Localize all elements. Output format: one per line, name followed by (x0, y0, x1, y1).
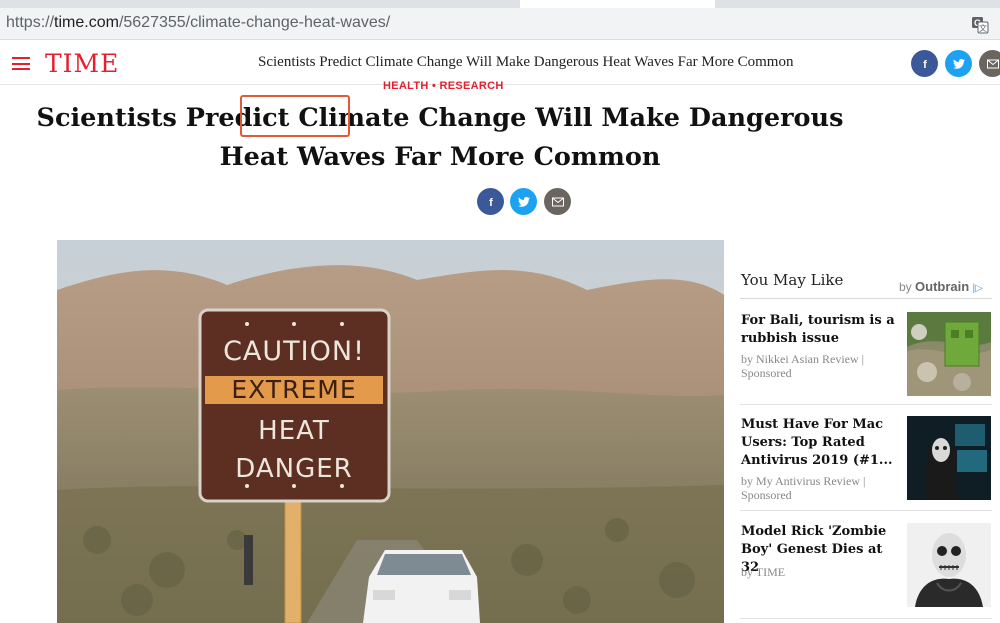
card-source: by Nikkei Asian Review | Sponsored (741, 352, 865, 380)
header-twitter-share-button[interactable] (945, 50, 972, 77)
car (363, 550, 480, 623)
card-source: by My Antivirus Review | Sponsored (741, 474, 866, 502)
article-headline: Scientists Predict Climate Change Will M… (0, 99, 880, 177)
outbrain-logo: Outbrain (915, 279, 970, 294)
sidebar-divider (740, 298, 992, 299)
ad-choices-icon[interactable]: |▷ (973, 283, 983, 294)
recommendation-card[interactable]: Model Rick 'Zombie Boy' Genest Dies at 3… (740, 523, 992, 607)
sign-line-4: DANGER (235, 454, 352, 484)
highlight-box (240, 95, 350, 137)
address-bar[interactable]: https://time.com/5627355/climate-change-… (0, 8, 1000, 40)
menu-icon[interactable] (12, 57, 30, 70)
url-host: time.com (54, 14, 119, 31)
email-icon (551, 197, 564, 206)
card-divider (740, 510, 992, 511)
site-header: TIME Scientists Predict Climate Change W… (0, 41, 1000, 85)
hero-image: CAUTION! EXTREME HEAT DANGER (57, 240, 724, 623)
twitter-icon (952, 58, 965, 69)
svg-text:文: 文 (979, 23, 987, 33)
facebook-icon: f (923, 59, 927, 70)
card-title[interactable]: Must Have For Mac Users: Top Rated Antiv… (741, 416, 899, 470)
email-icon (986, 59, 999, 68)
outbrain-by: by (899, 280, 912, 294)
url-text[interactable]: https://time.com/5627355/climate-change-… (6, 14, 390, 32)
translate-icon[interactable]: G 文 (971, 16, 989, 34)
header-facebook-share-button[interactable]: f (911, 50, 938, 77)
header-article-title: Scientists Predict Climate Change Will M… (258, 54, 794, 70)
url-path: /5627355/climate-change-heat-waves/ (118, 14, 391, 31)
twitter-share-button[interactable] (510, 188, 537, 215)
browser-tabstrip (0, 0, 1000, 8)
outbrain-attribution[interactable]: by Outbrain |▷ (899, 279, 983, 294)
caution-sign: CAUTION! EXTREME HEAT DANGER (198, 308, 391, 503)
email-share-button[interactable] (544, 188, 571, 215)
card-divider (740, 618, 992, 619)
card-source: by TIME (741, 565, 786, 579)
recommendation-card[interactable]: For Bali, tourism is a rubbish issue by … (740, 312, 992, 396)
recommendation-card[interactable]: Must Have For Mac Users: Top Rated Antiv… (740, 416, 992, 502)
time-logo[interactable]: TIME (45, 49, 119, 78)
card-thumbnail[interactable] (907, 523, 991, 607)
sign-line-1: CAUTION! (223, 336, 365, 367)
card-title[interactable]: For Bali, tourism is a rubbish issue (741, 312, 899, 348)
card-thumbnail[interactable] (907, 312, 991, 396)
sign-line-3: HEAT (258, 416, 330, 446)
svg-text:f: f (489, 197, 493, 208)
sign-line-2: EXTREME (231, 375, 356, 404)
you-may-like-title: You May Like (741, 271, 844, 289)
header-email-share-button[interactable] (979, 50, 1000, 77)
facebook-share-button[interactable]: f (477, 188, 504, 215)
svg-text:f: f (923, 59, 927, 70)
facebook-icon: f (489, 197, 493, 208)
twitter-icon (517, 196, 530, 207)
card-thumbnail[interactable] (907, 416, 991, 500)
active-tab[interactable] (520, 0, 715, 8)
url-scheme: https:// (6, 14, 55, 31)
article-kicker[interactable]: HEALTH • RESEARCH (383, 80, 504, 92)
card-divider (740, 404, 992, 405)
